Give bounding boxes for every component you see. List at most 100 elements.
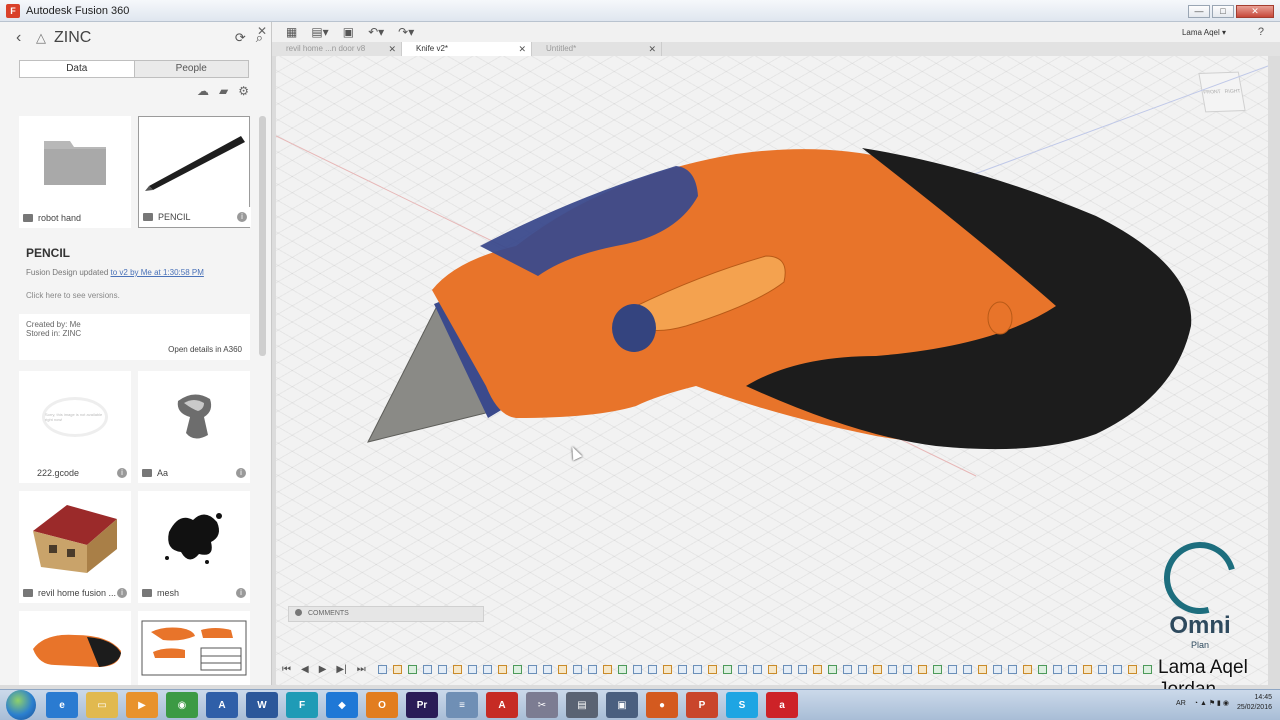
timeline-feature-icon[interactable] (647, 664, 657, 674)
timeline-feature-icon[interactable] (857, 664, 867, 674)
language-indicator[interactable]: AR (1176, 700, 1186, 707)
help-icon[interactable]: ? (1258, 26, 1264, 38)
minimize-button[interactable]: — (1188, 5, 1210, 18)
timeline-feature-icon[interactable] (527, 664, 537, 674)
file-menu-icon[interactable]: ▤▾ (311, 25, 328, 39)
taskbar-app-snipping[interactable]: ✂ (526, 692, 558, 718)
new-folder-icon[interactable]: ▰ (219, 84, 228, 98)
timeline-feature-icon[interactable] (1052, 664, 1062, 674)
tab-data[interactable]: Data (20, 61, 134, 77)
3d-viewport[interactable]: FRONT RIGHT COMMENTS (276, 56, 1268, 685)
file-thumbnail-aa[interactable]: Aa i (138, 371, 250, 483)
user-menu[interactable]: Lama Aqel ▾ (1182, 28, 1226, 37)
timeline-feature-icon[interactable] (452, 664, 462, 674)
doc-tab-revil-home[interactable]: revil home ...n door v8 ✕ (272, 42, 402, 56)
apps-grid-icon[interactable]: ▦ (286, 25, 297, 39)
timeline-feature-icon[interactable] (662, 664, 672, 674)
refresh-icon[interactable]: ⟳ (235, 30, 246, 46)
timeline-feature-icon[interactable] (1007, 664, 1017, 674)
timeline-feature-icon[interactable] (677, 664, 687, 674)
taskbar-app-word[interactable]: W (246, 692, 278, 718)
close-tab-icon[interactable]: ✕ (648, 42, 656, 56)
timeline-feature-icon[interactable] (827, 664, 837, 674)
timeline-feature-icon[interactable] (707, 664, 717, 674)
doc-tab-knife[interactable]: Knife v2* ✕ (402, 42, 532, 56)
timeline-feature-icon[interactable] (992, 664, 1002, 674)
timeline-feature-icon[interactable] (767, 664, 777, 674)
timeline-feature-icon[interactable] (602, 664, 612, 674)
undo-icon[interactable]: ↶▾ (368, 25, 384, 39)
timeline-feature-icon[interactable] (617, 664, 627, 674)
comments-toggle-icon[interactable] (295, 609, 302, 616)
timeline-feature-icon[interactable] (737, 664, 747, 674)
timeline-feature-icon[interactable] (887, 664, 897, 674)
taskbar-app-outlook[interactable]: O (366, 692, 398, 718)
taskbar-app-chrome[interactable]: ◉ (166, 692, 198, 718)
close-tab-icon[interactable]: ✕ (388, 42, 396, 56)
close-tab-icon[interactable]: ✕ (518, 42, 526, 56)
timeline-feature-icon[interactable] (557, 664, 567, 674)
timeline-feature-icon[interactable] (977, 664, 987, 674)
timeline-feature-icon[interactable] (422, 664, 432, 674)
upload-icon[interactable]: ☁ (197, 84, 209, 98)
clock[interactable]: 14:45 25/02/2016 (1237, 693, 1272, 713)
knife-model[interactable] (276, 56, 1268, 685)
doc-tab-untitled[interactable]: Untitled* ✕ (532, 42, 662, 56)
timeline-feature-icon[interactable] (1097, 664, 1107, 674)
start-button[interactable] (6, 690, 36, 720)
file-thumbnail-knife[interactable] (19, 611, 131, 685)
timeline-prev-icon[interactable]: ◀ (301, 664, 309, 675)
timeline-feature-icon[interactable] (467, 664, 477, 674)
taskbar-app-powerpoint[interactable]: P (686, 692, 718, 718)
timeline-start-icon[interactable]: ⏮ (282, 664, 291, 675)
timeline-feature-icon[interactable] (1142, 664, 1152, 674)
version-link[interactable]: to v2 by Me at 1:30:58 PM (111, 268, 204, 277)
timeline-next-icon[interactable]: ▶| (336, 664, 346, 675)
timeline-feature-icon[interactable] (722, 664, 732, 674)
taskbar-app-ie[interactable]: e (46, 692, 78, 718)
timeline-feature-icon[interactable] (587, 664, 597, 674)
timeline-feature-icon[interactable] (1022, 664, 1032, 674)
file-thumbnail-mesh[interactable]: mesh i (138, 491, 250, 603)
info-icon[interactable]: i (117, 588, 127, 598)
file-thumbnail-revil-home[interactable]: revil home fusion ... i (19, 491, 131, 603)
timeline-feature-icon[interactable] (947, 664, 957, 674)
taskbar-app-premiere[interactable]: Pr (406, 692, 438, 718)
taskbar-app-acrobat[interactable]: A (486, 692, 518, 718)
timeline-feature-icon[interactable] (632, 664, 642, 674)
timeline-feature-icon[interactable] (572, 664, 582, 674)
timeline-feature-icon[interactable] (1037, 664, 1047, 674)
file-thumbnail-pencil[interactable]: PENCIL i (138, 116, 251, 228)
taskbar-app-firefox[interactable]: ● (646, 692, 678, 718)
taskbar-app-avira[interactable]: a (766, 692, 798, 718)
timeline-feature-icon[interactable] (1082, 664, 1092, 674)
open-details-link[interactable]: Open details in A360 (168, 345, 242, 354)
taskbar-app-autodesk[interactable]: A (206, 692, 238, 718)
timeline-feature-icon[interactable] (407, 664, 417, 674)
versions-link[interactable]: Click here to see versions. (26, 291, 250, 300)
timeline-feature-icon[interactable] (797, 664, 807, 674)
close-panel-icon[interactable]: ✕ (257, 24, 267, 38)
timeline-feature-icon[interactable] (1112, 664, 1122, 674)
info-icon[interactable]: i (237, 212, 247, 222)
file-thumbnail-robot-hand[interactable]: robot hand (19, 116, 131, 228)
timeline-feature-icon[interactable] (437, 664, 447, 674)
timeline-feature-icon[interactable] (1127, 664, 1137, 674)
timeline-play-icon[interactable]: ▶ (319, 664, 327, 675)
timeline-feature-icon[interactable] (497, 664, 507, 674)
timeline-feature-icon[interactable] (782, 664, 792, 674)
taskbar-app-calculator[interactable]: ▤ (566, 692, 598, 718)
timeline-feature-icon[interactable] (392, 664, 402, 674)
taskbar-app-explorer[interactable]: ▭ (86, 692, 118, 718)
timeline-feature-icon[interactable] (1067, 664, 1077, 674)
timeline-feature-icon[interactable] (482, 664, 492, 674)
taskbar-app-media[interactable]: ▶ (126, 692, 158, 718)
timeline-feature-icon[interactable] (752, 664, 762, 674)
timeline-feature-icon[interactable] (812, 664, 822, 674)
close-window-button[interactable]: ✕ (1236, 5, 1274, 18)
timeline-feature-icon[interactable] (512, 664, 522, 674)
timeline-end-icon[interactable]: ⏭ (357, 664, 366, 675)
timeline-feature-icon[interactable] (902, 664, 912, 674)
taskbar-app-dropbox[interactable]: ◆ (326, 692, 358, 718)
save-icon[interactable]: ▣ (343, 25, 354, 39)
